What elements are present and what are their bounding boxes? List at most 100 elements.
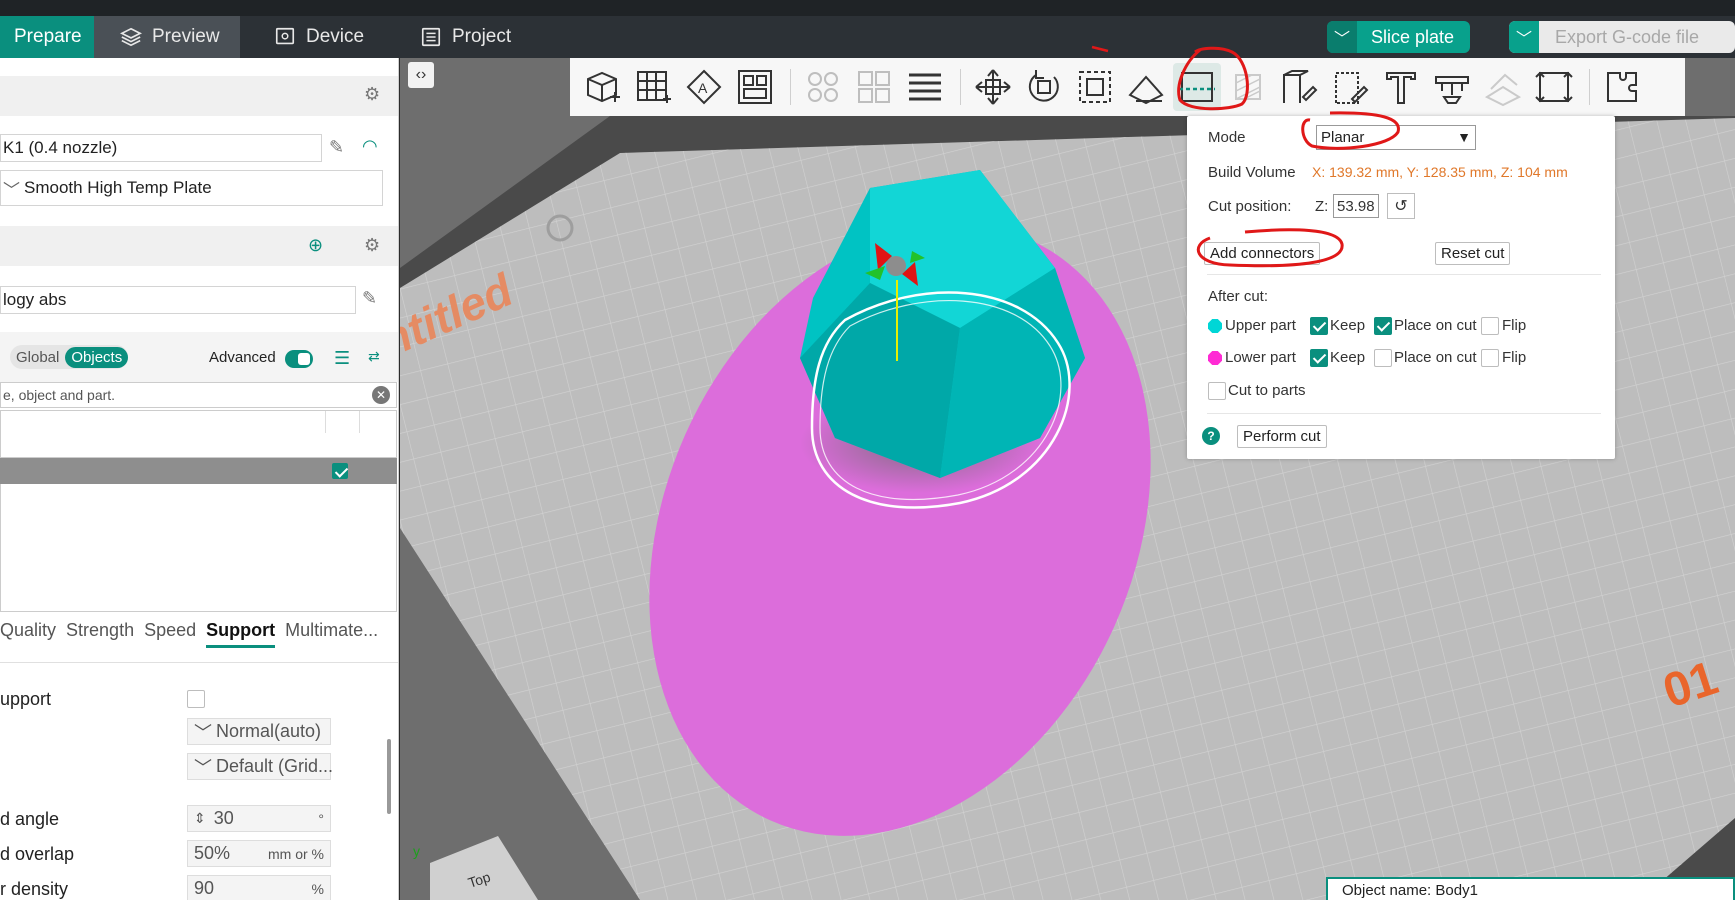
tab-prepare[interactable]: Prepare xyxy=(0,16,94,58)
filament-settings-icon[interactable]: ⚙ xyxy=(364,235,380,256)
lower-flip-checkbox[interactable] xyxy=(1481,349,1499,367)
tab-prepare-label: Prepare xyxy=(14,26,82,47)
auto-orient-icon[interactable]: A xyxy=(680,63,728,111)
move-icon[interactable] xyxy=(969,63,1017,111)
advanced-label: Advanced xyxy=(209,349,276,366)
clear-search-icon[interactable]: ✕ xyxy=(372,386,390,404)
cut-to-parts-label: Cut to parts xyxy=(1228,382,1306,399)
lay-on-face-icon[interactable] xyxy=(1122,63,1170,111)
tab-quality[interactable]: Quality xyxy=(0,620,56,648)
overlap-value: 50% xyxy=(194,843,231,863)
cut-icon[interactable] xyxy=(1173,63,1221,111)
support-paint-icon[interactable] xyxy=(1224,63,1272,111)
list-view-icon[interactable]: ☰ xyxy=(334,348,350,369)
export-dropdown-icon[interactable]: ﹀ xyxy=(1509,21,1539,53)
seam-paint-icon[interactable] xyxy=(1275,63,1323,111)
lower-keep-checkbox[interactable] xyxy=(1310,349,1328,367)
support-style-dropdown-icon: ﹀ xyxy=(194,757,212,778)
split-objects-icon[interactable] xyxy=(799,63,847,111)
tab-project[interactable]: Project xyxy=(406,16,556,58)
slice-plate-button[interactable]: ﹀ Slice plate xyxy=(1327,21,1470,53)
mode-select[interactable]: Planar ▼ xyxy=(1316,125,1476,150)
split-parts-icon[interactable] xyxy=(850,63,898,111)
upper-keep-checkbox[interactable] xyxy=(1310,317,1328,335)
upper-place-on-cut-checkbox[interactable] xyxy=(1374,317,1392,335)
overlap-input[interactable]: 50% mm or % xyxy=(187,840,331,867)
wifi-icon[interactable]: ◠ xyxy=(362,136,378,157)
object-name-tooltip: Object name: Body1 xyxy=(1326,877,1735,900)
gizmo-handle[interactable] xyxy=(886,256,906,276)
scope-global[interactable]: Global xyxy=(10,347,65,368)
rotate-icon[interactable] xyxy=(1020,63,1068,111)
cut-to-parts-checkbox[interactable] xyxy=(1208,382,1226,400)
layers-icon[interactable] xyxy=(901,63,949,111)
overlap-unit: mm or % xyxy=(268,845,324,862)
lower-flip-label: Flip xyxy=(1502,349,1527,366)
tab-multimaterial[interactable]: Multimate... xyxy=(285,620,378,648)
edit-printer-icon[interactable]: ✎ xyxy=(329,137,344,158)
scope-toggle[interactable]: Global Objects xyxy=(10,345,129,369)
tab-support[interactable]: Support xyxy=(206,620,276,648)
support-style-select[interactable]: ﹀ Default (Grid... xyxy=(187,753,333,780)
compare-icon[interactable]: ⇄ xyxy=(368,348,380,365)
slice-dropdown-icon[interactable]: ﹀ xyxy=(1327,21,1357,53)
cut-tool-panel: Mode Planar ▼ Build Volume X: 139.32 mm,… xyxy=(1187,116,1615,459)
object-list-row[interactable] xyxy=(0,458,397,484)
puzzle-icon[interactable] xyxy=(1598,63,1646,111)
scope-objects[interactable]: Objects xyxy=(65,346,129,368)
object-list-body xyxy=(0,484,397,612)
assembly-icon[interactable] xyxy=(1479,63,1527,111)
plate-type-select[interactable]: ﹀ Smooth High Temp Plate xyxy=(0,170,383,206)
build-volume-label: Build Volume xyxy=(1208,164,1296,181)
arrange-grid-icon[interactable] xyxy=(629,63,677,111)
column-divider xyxy=(325,411,326,433)
cut-z-input[interactable]: 53.98 xyxy=(1333,194,1379,218)
filament-select[interactable]: logy abs xyxy=(0,286,356,314)
add-cube-icon[interactable] xyxy=(578,63,626,111)
support-type-select[interactable]: ﹀ Normal(auto) xyxy=(187,718,331,745)
after-cut-label: After cut: xyxy=(1208,288,1269,305)
toolbar-divider xyxy=(790,69,791,105)
cut-z-value: 53.98 xyxy=(1337,197,1375,215)
spin-icon[interactable]: ⇕ xyxy=(194,810,206,827)
perform-cut-button[interactable]: Perform cut xyxy=(1237,425,1327,448)
layers-icon xyxy=(120,27,142,47)
gizmo-toolbar: A xyxy=(570,58,1685,116)
help-icon[interactable]: ? xyxy=(1202,427,1220,445)
color-paint-icon[interactable] xyxy=(1326,63,1374,111)
tab-project-label: Project xyxy=(452,26,512,47)
lower-place-on-cut-checkbox[interactable] xyxy=(1374,349,1392,367)
plate-layout-icon[interactable] xyxy=(731,63,779,111)
export-gcode-button[interactable]: ﹀ Export G-code file xyxy=(1509,21,1735,53)
edit-filament-icon[interactable]: ✎ xyxy=(362,288,377,309)
settings-scrollbar[interactable] xyxy=(387,739,391,814)
threshold-angle-input[interactable]: ⇕ 30 ° xyxy=(187,805,331,832)
panel-divider xyxy=(1207,413,1601,414)
collapse-sidebar-button[interactable]: ‹› xyxy=(408,62,434,88)
density-input[interactable]: 90 % xyxy=(187,875,331,900)
scale-icon[interactable] xyxy=(1071,63,1119,111)
tab-preview[interactable]: Preview xyxy=(94,16,240,58)
object-row-checkbox[interactable] xyxy=(332,463,348,479)
tab-strength[interactable]: Strength xyxy=(66,620,134,648)
reset-cut-button[interactable]: Reset cut xyxy=(1435,242,1511,265)
printer-settings-icon[interactable]: ⚙ xyxy=(364,84,380,105)
add-connectors-button[interactable]: Add connectors xyxy=(1204,242,1321,265)
tab-speed[interactable]: Speed xyxy=(144,620,196,648)
toolbar-divider xyxy=(960,69,961,105)
add-filament-icon[interactable]: ⊕ xyxy=(308,235,323,256)
view-cube[interactable] xyxy=(430,836,538,900)
upper-part-label: Upper part xyxy=(1225,317,1296,334)
reset-position-icon[interactable]: ↺ xyxy=(1387,193,1415,219)
text-icon[interactable] xyxy=(1377,63,1425,111)
enable-support-checkbox[interactable] xyxy=(187,690,205,708)
upper-flip-checkbox[interactable] xyxy=(1481,317,1499,335)
advanced-toggle[interactable] xyxy=(285,350,313,368)
printer-select[interactable]: K1 (0.4 nozzle) xyxy=(0,134,322,162)
settings-tabs: Quality Strength Speed Support Multimate… xyxy=(0,620,398,648)
measure-icon[interactable] xyxy=(1428,63,1476,111)
search-input[interactable]: e, object and part. ✕ xyxy=(0,382,397,408)
boolean-icon[interactable] xyxy=(1530,63,1578,111)
lower-part-color-icon xyxy=(1208,351,1222,365)
tab-device[interactable]: Device xyxy=(260,16,400,58)
